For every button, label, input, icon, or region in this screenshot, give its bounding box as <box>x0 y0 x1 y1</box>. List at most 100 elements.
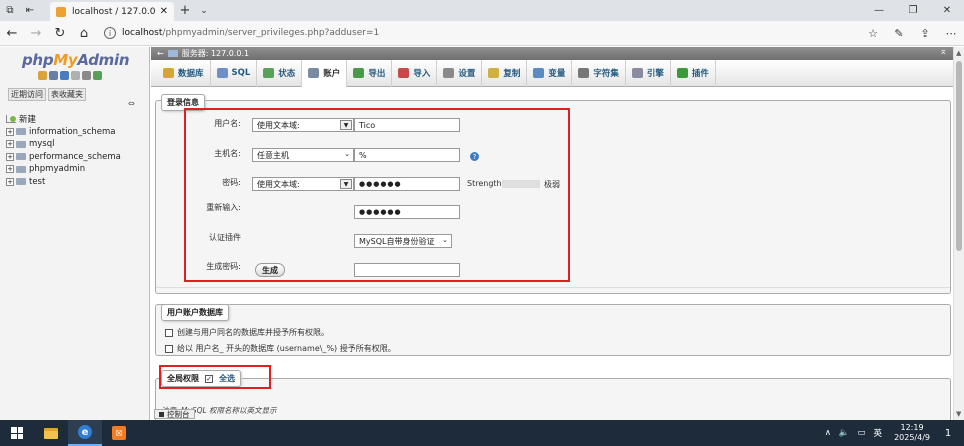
tab-label: 数据库 <box>178 69 204 79</box>
generate-password-button[interactable]: 生成 <box>255 263 285 277</box>
pen-icon[interactable]: ✎ <box>886 27 912 40</box>
volume-icon[interactable]: 🔈 <box>839 428 850 438</box>
retype-label: 重新输入: <box>206 203 241 212</box>
logout-icon[interactable] <box>49 71 58 80</box>
database-icon <box>16 140 26 148</box>
help-icon[interactable]: ? <box>470 152 479 161</box>
docs-icon[interactable] <box>71 71 80 80</box>
tab-variables[interactable]: 变量 <box>527 59 573 87</box>
create-db-option[interactable]: 创建与用户同名的数据库并授予所有权限。 <box>165 327 329 338</box>
phpmyadmin-logo[interactable]: phpMyAdmin <box>22 51 130 69</box>
help-icon[interactable] <box>60 71 69 80</box>
auth-plugin-label: 认证插件 <box>209 233 241 242</box>
grant-wildcard-option[interactable]: 给以 用户名_ 开头的数据库 (username\_%) 授予所有权限。 <box>165 343 396 354</box>
retype-input[interactable]: ●●●●●● <box>354 205 460 219</box>
collapse-all-icon[interactable]: ⇔ <box>128 99 135 108</box>
generated-password-input[interactable] <box>354 263 460 277</box>
collapse-icon[interactable]: ⌅ <box>939 47 947 57</box>
username-input[interactable]: Tico <box>354 118 460 132</box>
home-icon[interactable] <box>38 71 47 80</box>
console-toggle[interactable]: 控制台 <box>154 409 195 419</box>
expand-icon[interactable]: + <box>6 152 14 161</box>
recent-tables-link[interactable]: 近期访问 <box>8 88 46 101</box>
reload-icon[interactable] <box>93 71 102 80</box>
chevron-down-icon[interactable]: ⌄ <box>196 6 212 16</box>
strength-meter <box>502 180 540 188</box>
select-all-checkbox[interactable]: ✓ <box>205 374 213 383</box>
edge-button[interactable]: e <box>68 420 102 446</box>
network-icon[interactable]: ▭ <box>858 428 866 438</box>
gear-icon[interactable] <box>82 71 91 80</box>
password-dots: ●●●●●● <box>359 208 402 216</box>
main-scrollbar[interactable]: ▲ ▼ <box>953 47 964 420</box>
tree-item-database[interactable]: + test <box>6 176 121 189</box>
strength-value: 极弱 <box>544 180 560 189</box>
checkbox[interactable] <box>165 344 173 353</box>
scroll-thumb[interactable] <box>956 61 962 251</box>
password-mode-select[interactable]: 使用文本域: ▼ <box>252 177 354 191</box>
scroll-up-icon[interactable]: ▲ <box>956 49 961 57</box>
ime-indicator[interactable]: 英 <box>874 427 883 439</box>
start-button[interactable] <box>0 420 34 446</box>
plugin-icon <box>676 68 688 78</box>
checkbox[interactable] <box>165 328 173 337</box>
select-all-label[interactable]: 全选 <box>219 373 235 384</box>
nav-quick-icons <box>38 71 102 80</box>
username-mode-select[interactable]: 使用文本域: ▼ <box>252 118 354 132</box>
forward-arrow-icon[interactable]: → <box>24 21 48 46</box>
maximize-icon[interactable]: ❐ <box>896 0 930 21</box>
tab-sql[interactable]: SQL <box>211 59 258 87</box>
share-icon[interactable]: ⇪ <box>912 27 938 40</box>
back-arrow-icon[interactable]: ← <box>0 21 24 46</box>
tab-actions-icon[interactable]: ⧉ <box>0 0 20 21</box>
file-explorer-button[interactable] <box>34 420 68 446</box>
tab-databases[interactable]: 数据库 <box>157 59 211 87</box>
browser-tab[interactable]: localhost / 127.0.0.1 | pl ✕ <box>50 2 174 21</box>
host-input[interactable]: % <box>354 148 460 162</box>
tab-label: 导入 <box>413 69 431 79</box>
tab-accounts[interactable]: 账户 <box>302 59 348 87</box>
favorites-star-icon[interactable]: ☆ <box>860 27 886 40</box>
tab-plugins[interactable]: 插件 <box>671 59 716 87</box>
scroll-down-icon[interactable]: ▼ <box>956 410 961 418</box>
tab-export[interactable]: 导出 <box>347 59 393 87</box>
database-icon <box>16 128 26 136</box>
info-icon[interactable]: i <box>104 27 116 39</box>
expand-icon[interactable]: + <box>6 177 14 186</box>
new-tab-icon[interactable]: + <box>174 3 196 18</box>
minimize-icon[interactable]: — <box>862 0 896 21</box>
url-field[interactable]: i localhost/phpmyadmin/server_privileges… <box>104 24 860 43</box>
select-value: 使用文本域: <box>257 120 300 130</box>
more-icon[interactable]: ⋯ <box>938 27 964 40</box>
clock[interactable]: 12:19 2025/4/9 <box>894 423 930 443</box>
home-icon[interactable]: ⌂ <box>72 21 96 46</box>
chevron-up-icon[interactable]: ∧ <box>825 428 831 438</box>
tab-replication[interactable]: 复制 <box>482 59 528 87</box>
notification-icon[interactable]: 1 <box>938 423 958 443</box>
tree-item-database[interactable]: + mysql <box>6 138 121 151</box>
back-icon[interactable]: ← <box>157 49 164 58</box>
expand-icon[interactable]: + <box>6 165 14 174</box>
expand-icon[interactable]: + <box>6 140 14 149</box>
tab-charsets[interactable]: 字符集 <box>572 59 626 87</box>
tree-item-database[interactable]: + information_schema <box>6 126 121 139</box>
database-icon <box>16 178 26 186</box>
close-window-icon[interactable]: ✕ <box>930 0 964 21</box>
auth-plugin-select[interactable]: MySQL自带身份验证 ⌄ <box>354 234 452 248</box>
tab-list-icon[interactable]: ⇤ <box>20 0 40 21</box>
tab-import[interactable]: 导入 <box>392 59 438 87</box>
tab-status[interactable]: 状态 <box>257 59 303 87</box>
tab-settings[interactable]: 设置 <box>437 59 483 87</box>
favorite-tables-link[interactable]: 表收藏夹 <box>48 88 86 101</box>
tree-item-new[interactable]: 新建 <box>6 113 121 126</box>
host-mode-select[interactable]: 任意主机 ⌄ <box>252 148 354 162</box>
refresh-icon[interactable]: ↻ <box>48 21 72 46</box>
tree-item-database[interactable]: + performance_schema <box>6 151 121 164</box>
server-link[interactable]: 服务器: 127.0.0.1 <box>182 48 249 59</box>
close-tab-icon[interactable]: ✕ <box>160 6 168 17</box>
password-input[interactable]: ●●●●●● <box>354 177 460 191</box>
tree-item-database[interactable]: + phpmyadmin <box>6 163 121 176</box>
expand-icon[interactable]: + <box>6 127 14 136</box>
xampp-button[interactable]: ☒ <box>102 420 136 446</box>
tab-engines[interactable]: 引擎 <box>626 59 671 87</box>
